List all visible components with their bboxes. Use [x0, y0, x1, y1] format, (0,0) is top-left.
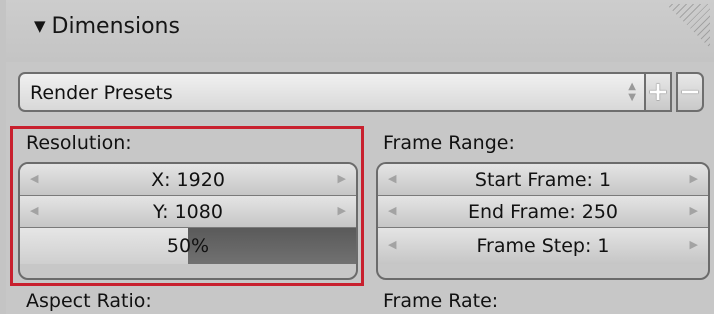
end-frame-field[interactable]: ◀ End Frame: 250 ▶: [378, 196, 708, 228]
updown-arrows-icon: ▲ ▼: [628, 81, 636, 103]
increment-arrow-icon[interactable]: ▶: [690, 172, 698, 185]
start-frame-value: Start Frame: 1: [474, 168, 612, 191]
plus-icon: +: [647, 77, 669, 107]
start-frame-field[interactable]: ◀ Start Frame: 1 ▶: [378, 164, 708, 196]
decrement-arrow-icon[interactable]: ◀: [388, 238, 396, 251]
resolution-percentage-value: 50%: [166, 235, 210, 257]
panel-title[interactable]: ▼ Dimensions: [34, 14, 180, 39]
end-frame-value: End Frame: 250: [467, 200, 619, 223]
highlight-box: [10, 126, 364, 286]
frame-range-label: Frame Range:: [383, 132, 515, 154]
aspect-ratio-label: Aspect Ratio:: [26, 290, 152, 312]
render-presets-dropdown[interactable]: Render Presets ▲ ▼: [18, 72, 670, 112]
disclosure-triangle-icon[interactable]: ▼: [34, 17, 46, 35]
frame-range-fields: ◀ Start Frame: 1 ▶ ◀ End Frame: 250 ▶ ◀ …: [376, 162, 710, 280]
increment-arrow-icon[interactable]: ▶: [690, 204, 698, 217]
panel-header[interactable]: ▼ Dimensions: [6, 0, 714, 62]
frame-rate-label: Frame Rate:: [383, 290, 499, 312]
minus-icon: −: [679, 77, 701, 107]
frame-step-field[interactable]: ◀ Frame Step: 1 ▶: [378, 228, 708, 264]
panel-title-label: Dimensions: [51, 14, 180, 39]
decrement-arrow-icon[interactable]: ◀: [388, 172, 396, 185]
panel-grip-icon[interactable]: [666, 4, 710, 48]
decrement-arrow-icon[interactable]: ◀: [388, 204, 396, 217]
frame-step-value: Frame Step: 1: [476, 235, 610, 257]
render-presets-label: Render Presets: [30, 82, 173, 104]
add-preset-button[interactable]: +: [644, 72, 672, 112]
remove-preset-button[interactable]: −: [676, 72, 704, 112]
increment-arrow-icon[interactable]: ▶: [690, 238, 698, 251]
